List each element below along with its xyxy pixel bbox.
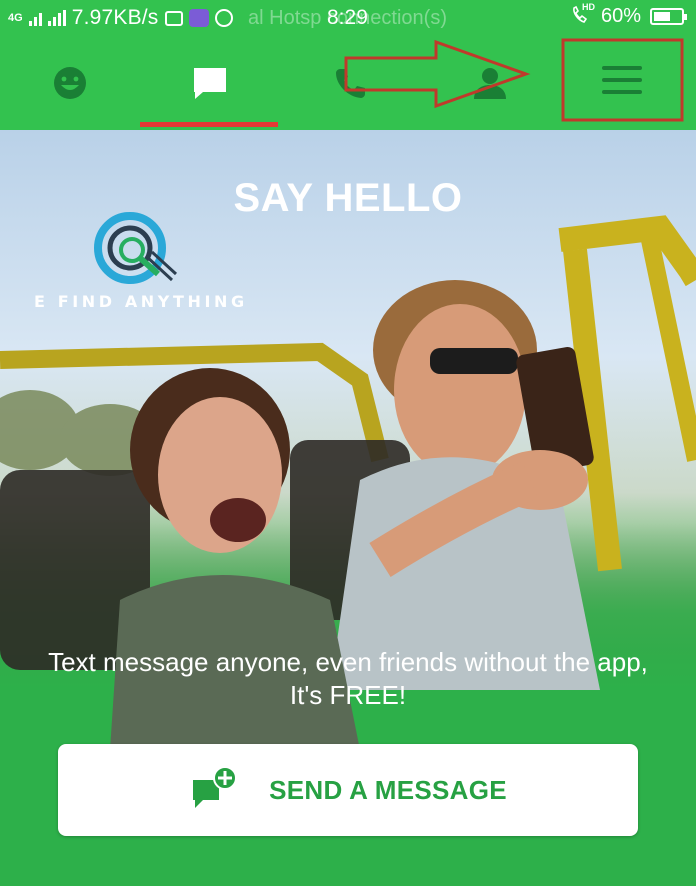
- contact-icon: [474, 68, 506, 99]
- status-bar-right: HD 60%: [570, 2, 687, 28]
- volte-badge: HD: [581, 2, 595, 12]
- signal-strength-icon: [28, 10, 42, 26]
- send-message-label: SEND A MESSAGE: [269, 774, 507, 805]
- battery-percent: 60%: [600, 5, 641, 27]
- hero-banner: SAY HELLO E FIND ANYTHING Text message a…: [0, 130, 696, 886]
- status-bar-left: 4G 7.97KB/s: [8, 6, 233, 30]
- signal-strength-icon-2: [47, 10, 66, 26]
- tab-chat[interactable]: [140, 36, 280, 130]
- battery-icon: [650, 8, 687, 25]
- chat-bubble-icon: [194, 68, 226, 99]
- tab-contacts[interactable]: [420, 36, 560, 130]
- menu-button[interactable]: [562, 40, 682, 120]
- watermark-logo-icon: [94, 212, 178, 284]
- status-bar: 4G 7.97KB/s al Hotsp connection(s) 8:29 …: [0, 0, 696, 36]
- new-message-icon: [193, 766, 238, 808]
- battery-fill: [654, 12, 670, 21]
- tab-emoji[interactable]: [0, 36, 140, 130]
- viber-icon: [188, 9, 209, 27]
- phone-icon: [336, 69, 365, 98]
- hamburger-menu-icon: [602, 66, 642, 94]
- smiley-icon: [54, 67, 86, 99]
- network-type: 4G: [8, 12, 23, 24]
- tab-bar: [0, 36, 696, 130]
- briefcase-icon: [164, 10, 183, 26]
- hero-caption: Text message anyone, even friends withou…: [48, 647, 648, 710]
- network-speed: 7.97KB/s: [71, 6, 159, 29]
- volte-icon: HD: [570, 2, 595, 28]
- selected-tab-indicator: [140, 122, 278, 127]
- clock: 8:29: [327, 6, 368, 29]
- whatsapp-icon: [214, 9, 233, 27]
- send-message-button[interactable]: SEND A MESSAGE: [58, 744, 638, 836]
- battery-nub: [684, 14, 687, 20]
- tab-calls[interactable]: [280, 36, 420, 130]
- watermark-text: E FIND ANYTHING: [34, 292, 248, 311]
